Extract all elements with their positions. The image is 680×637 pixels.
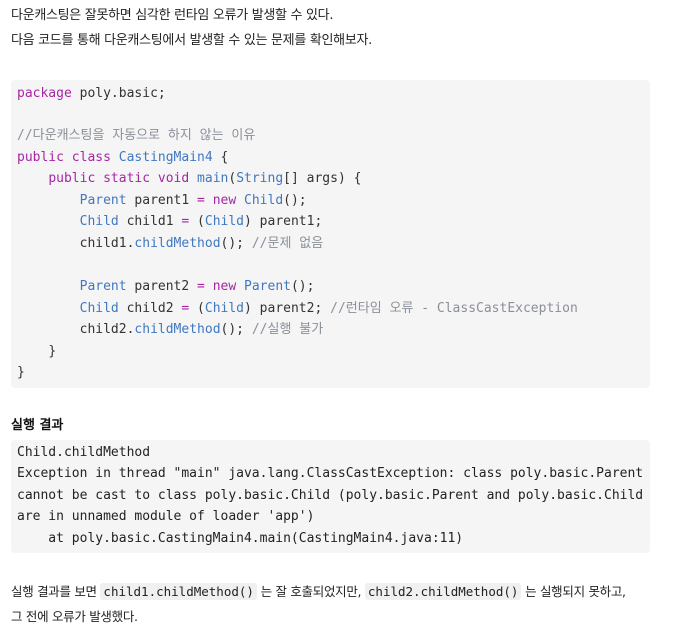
conclusion-text: 실행 결과를 보면 <box>11 584 101 599</box>
code-line-class: public class CastingMain4 { <box>17 149 228 167</box>
code-token: Parent <box>79 193 127 208</box>
inline-code-child2: child2.childMethod() <box>364 583 522 600</box>
code-token: Child <box>204 301 245 316</box>
code-token: parent2 <box>134 279 190 294</box>
code-token: new <box>212 279 237 294</box>
code-token: poly.basic; <box>79 86 166 101</box>
code-line-parent2: Parent parent2 = new Parent(); <box>17 278 315 296</box>
code-token: child1 <box>126 214 174 229</box>
code-token: childMethod <box>134 322 221 337</box>
code-token: public <box>17 150 64 165</box>
code-token: CastingMain4 <box>118 150 213 165</box>
code-token: package <box>17 86 72 101</box>
code-line-call1: child1.childMethod(); //문제 없음 <box>17 235 324 253</box>
code-line-call2: child2.childMethod(); //실행 불가 <box>17 321 324 339</box>
code-token: Parent <box>244 279 291 294</box>
code-token: childMethod <box>134 236 221 251</box>
code-line-child1: Child child1 = (Child) parent1; <box>17 213 323 231</box>
code-token: class <box>71 150 111 165</box>
code-comment: //문제 없음 <box>251 236 324 251</box>
code-token: Child <box>204 214 245 229</box>
code-token: [] args) { <box>283 171 362 186</box>
code-token: ( <box>197 214 205 229</box>
code-token: } <box>17 365 25 380</box>
code-token: child1. <box>79 236 135 251</box>
code-token: ) parent2; <box>244 301 323 316</box>
code-token: parent1 <box>134 193 190 208</box>
code-block: package poly.basic; //다운캐스팅을 자동으로 하지 않는 … <box>11 80 650 388</box>
code-line-close-method: } <box>17 343 56 361</box>
code-token: Child <box>79 214 119 229</box>
code-line-child2: Child child2 = (Child) parent2; //런타임 오류… <box>17 300 578 318</box>
code-comment: //다운캐스팅을 자동으로 하지 않는 이유 <box>17 128 256 143</box>
code-token: } <box>48 344 57 359</box>
result-line: Child.childMethod <box>17 445 151 460</box>
code-token: child2. <box>79 322 135 337</box>
code-comment: //런타임 오류 - ClassCastException <box>330 301 578 316</box>
code-token: new <box>212 193 237 208</box>
conclusion-text: 는 실행되지 못하고, <box>521 584 626 599</box>
code-token: (); <box>283 193 307 208</box>
code-token: { <box>220 150 229 165</box>
result-line: cannot be cast to class poly.basic.Child… <box>17 488 644 503</box>
code-token: Child <box>244 193 284 208</box>
code-token: ( <box>228 171 237 186</box>
result-heading: 실행 결과 <box>11 418 64 433</box>
code-token: (); <box>220 322 244 337</box>
code-token: = <box>197 279 205 294</box>
code-line-package: package poly.basic; <box>17 85 166 103</box>
code-comment-line: //다운캐스팅을 자동으로 하지 않는 이유 <box>17 127 255 145</box>
code-token: ) parent1; <box>244 214 323 229</box>
result-line: at poly.basic.CastingMain4.main(CastingM… <box>17 531 464 546</box>
code-token: (); <box>220 236 244 251</box>
conclusion-line-2: 그 전에 오류가 발생했다. <box>11 609 138 624</box>
result-block: Child.childMethod Exception in thread "m… <box>11 440 650 553</box>
intro-line-2: 다음 코드를 통해 다운캐스팅에서 발생할 수 있는 문제를 확인해보자. <box>11 33 372 48</box>
code-token: Child <box>79 301 119 316</box>
code-token: child2 <box>126 301 174 316</box>
code-line-parent1: Parent parent1 = new Child(); <box>17 192 307 210</box>
result-line: Exception in thread "main" java.lang.Cla… <box>17 466 644 481</box>
code-token: = <box>181 301 190 316</box>
inline-code-child1: child1.childMethod() <box>100 583 257 600</box>
code-token: = <box>181 214 190 229</box>
code-token: static <box>103 171 151 186</box>
code-token: String <box>236 171 284 186</box>
code-token: ( <box>197 301 205 316</box>
conclusion-text: 는 잘 호출되었지만, <box>256 584 365 599</box>
conclusion-line-1: 실행 결과를 보면 child1.childMethod() 는 잘 호출되었지… <box>11 581 626 603</box>
code-token: = <box>197 193 205 208</box>
code-token: void <box>157 171 190 186</box>
code-token: main <box>197 171 229 186</box>
code-comment: //실행 불가 <box>251 322 324 337</box>
result-line: are in unnamed module of loader 'app') <box>17 509 315 524</box>
code-token: public <box>48 171 96 186</box>
code-token: Parent <box>79 279 127 294</box>
intro-line-1: 다운캐스팅은 잘못하면 심각한 런타임 오류가 발생할 수 있다. <box>11 8 334 23</box>
code-line-close-class: } <box>17 364 25 382</box>
code-line-main: public static void main(String[] args) { <box>17 170 361 188</box>
code-token: (); <box>290 279 315 294</box>
